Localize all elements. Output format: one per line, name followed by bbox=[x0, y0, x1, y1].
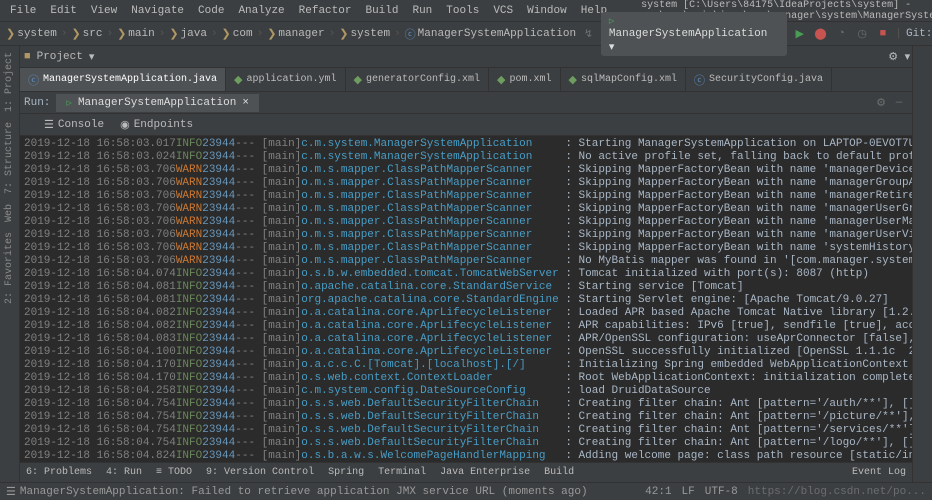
caret-position[interactable]: 42:1 bbox=[645, 486, 671, 498]
breadcrumb-item[interactable]: ❯ manager bbox=[267, 27, 324, 41]
status-icon: ☰ bbox=[6, 485, 16, 499]
log-line: 2019-12-18 16:58:04.082 INFO 23944 --- [… bbox=[24, 307, 912, 320]
toolbar: ❯ system›❯ src›❯ main›❯ java›❯ com›❯ man… bbox=[0, 22, 932, 46]
close-icon[interactable]: × bbox=[242, 97, 249, 109]
log-line: 2019-12-18 16:58:03.017 INFO 23944 --- [… bbox=[24, 138, 912, 151]
bottom-tool-button[interactable]: ≡ TODO bbox=[156, 467, 192, 478]
bottom-tool-button[interactable]: 6: Problems bbox=[26, 467, 92, 478]
log-line: 2019-12-18 16:58:04.754 INFO 23944 --- [… bbox=[24, 411, 912, 424]
menu-build[interactable]: Build bbox=[359, 3, 404, 19]
git-label: Git: bbox=[906, 28, 932, 40]
coverage-icon[interactable]: ◔ bbox=[833, 25, 850, 43]
right-tool-stripe[interactable] bbox=[912, 46, 932, 482]
bottom-tool-button[interactable]: Java Enterprise bbox=[440, 467, 530, 478]
log-line: 2019-12-18 16:58:03.706 WARN 23944 --- [… bbox=[24, 229, 912, 242]
line-separator[interactable]: LF bbox=[682, 486, 695, 498]
left-tool-button[interactable]: Web bbox=[4, 204, 15, 222]
bottom-tool-button[interactable]: Spring bbox=[328, 467, 364, 478]
log-line: 2019-12-18 16:58:03.706 WARN 23944 --- [… bbox=[24, 255, 912, 268]
log-line: 2019-12-18 16:58:03.024 INFO 23944 --- [… bbox=[24, 151, 912, 164]
breadcrumb-item[interactable]: ❯ system bbox=[6, 27, 57, 41]
left-tool-button[interactable]: 1: Project bbox=[4, 52, 15, 112]
run-tool-window: Run: ▹ManagerSystemApplication× ⚙ — ☰ Co… bbox=[20, 92, 912, 462]
menu-analyze[interactable]: Analyze bbox=[232, 3, 290, 19]
editor-tab[interactable]: ◆ sqlMapConfig.xml bbox=[561, 68, 686, 91]
menu-code[interactable]: Code bbox=[192, 3, 230, 19]
event-log-button[interactable]: Event Log bbox=[852, 467, 906, 478]
log-line: 2019-12-18 16:58:04.754 INFO 23944 --- [… bbox=[24, 424, 912, 437]
debug-icon[interactable]: ⬤ bbox=[812, 25, 829, 43]
bottom-tool-button[interactable]: Terminal bbox=[378, 467, 426, 478]
stop-icon[interactable]: ■ bbox=[875, 25, 892, 43]
breadcrumb-item[interactable]: ❯ com bbox=[222, 27, 253, 41]
menu-vcs[interactable]: VCS bbox=[487, 3, 519, 19]
editor-tabs: ⓒ ManagerSystemApplication.java◆ applica… bbox=[0, 68, 932, 92]
menu-navigate[interactable]: Navigate bbox=[125, 3, 190, 19]
log-line: 2019-12-18 16:58:04.081 INFO 23944 --- [… bbox=[24, 281, 912, 294]
log-line: 2019-12-18 16:58:04.258 INFO 23944 --- [… bbox=[24, 385, 912, 398]
menu-file[interactable]: File bbox=[4, 3, 42, 19]
console-output[interactable]: 2019-12-18 16:58:03.017 INFO 23944 --- [… bbox=[20, 136, 912, 462]
log-line: 2019-12-18 16:58:04.754 INFO 23944 --- [… bbox=[24, 398, 912, 411]
log-line: 2019-12-18 16:58:03.706 WARN 23944 --- [… bbox=[24, 216, 912, 229]
editor-tab[interactable]: ⓒ SecurityConfig.java bbox=[686, 68, 832, 91]
log-line: 2019-12-18 16:58:03.706 WARN 23944 --- [… bbox=[24, 203, 912, 216]
breadcrumb-item[interactable]: ❯ main bbox=[117, 27, 155, 41]
breadcrumb-item[interactable]: ❯ system bbox=[339, 27, 390, 41]
log-line: 2019-12-18 16:58:04.170 INFO 23944 --- [… bbox=[24, 359, 912, 372]
breadcrumb-item[interactable]: ❯ src bbox=[71, 27, 102, 41]
status-bar: ☰ ManagerSystemApplication: Failed to re… bbox=[0, 482, 932, 500]
bottom-tool-stripe: 6: Problems 4: Run ≡ TODO 9: Version Contro… bbox=[20, 462, 912, 482]
bottom-tool-button[interactable]: 9: Version Control bbox=[206, 467, 314, 478]
breadcrumb: ❯ system›❯ src›❯ main›❯ java›❯ com›❯ man… bbox=[6, 26, 576, 42]
log-line: 2019-12-18 16:58:03.706 WARN 23944 --- [… bbox=[24, 164, 912, 177]
editor-tab[interactable]: ◆ application.yml bbox=[226, 68, 345, 91]
editor-tab[interactable]: ⓒ ManagerSystemApplication.java bbox=[20, 68, 226, 91]
log-line: 2019-12-18 16:58:04.100 INFO 23944 --- [… bbox=[24, 346, 912, 359]
bottom-tool-button[interactable]: Build bbox=[544, 467, 574, 478]
left-tool-button[interactable]: 2: Favorites bbox=[4, 232, 15, 304]
log-line: 2019-12-18 16:58:04.754 INFO 23944 --- [… bbox=[24, 437, 912, 450]
log-line: 2019-12-18 16:58:04.170 INFO 23944 --- [… bbox=[24, 372, 912, 385]
menu-view[interactable]: View bbox=[85, 3, 123, 19]
settings-icon[interactable]: ⚙ bbox=[872, 94, 890, 112]
log-line: 2019-12-18 16:58:03.706 WARN 23944 --- [… bbox=[24, 190, 912, 203]
left-tool-button[interactable]: 7: Structure bbox=[4, 122, 15, 194]
log-line: 2019-12-18 16:58:03.706 WARN 23944 --- [… bbox=[24, 242, 912, 255]
editor-tab[interactable]: ◆ generatorConfig.xml bbox=[346, 68, 490, 91]
watermark: https://blog.csdn.net/po... bbox=[748, 486, 926, 498]
menu-refactor[interactable]: Refactor bbox=[293, 3, 358, 19]
menu-edit[interactable]: Edit bbox=[44, 3, 82, 19]
profile-icon[interactable]: ◷ bbox=[854, 25, 871, 43]
left-tool-stripe[interactable]: 1: Project 7: Structure Web 2: Favorites bbox=[0, 46, 20, 482]
run-tab[interactable]: ▹ManagerSystemApplication× bbox=[56, 94, 259, 112]
breadcrumb-item[interactable]: ❯ java bbox=[169, 27, 207, 41]
endpoints-tab[interactable]: ◉ Endpoints bbox=[120, 118, 193, 132]
console-tab[interactable]: ☰ Console bbox=[44, 118, 104, 132]
menu-tools[interactable]: Tools bbox=[440, 3, 485, 19]
log-line: 2019-12-18 16:58:04.824 INFO 23944 --- [… bbox=[24, 450, 912, 462]
encoding[interactable]: UTF-8 bbox=[705, 486, 738, 498]
bottom-tool-button[interactable]: 4: Run bbox=[106, 467, 142, 478]
breadcrumb-item[interactable]: ⓒ ManagerSystemApplication bbox=[405, 26, 576, 42]
build-icon[interactable]: ↯ bbox=[580, 25, 597, 43]
run-label: Run: bbox=[24, 97, 50, 109]
log-line: 2019-12-18 16:58:04.083 INFO 23944 --- [… bbox=[24, 333, 912, 346]
minimize-icon[interactable]: — bbox=[890, 94, 908, 112]
status-message: ManagerSystemApplication: Failed to retr… bbox=[20, 486, 588, 498]
log-line: 2019-12-18 16:58:03.706 WARN 23944 --- [… bbox=[24, 177, 912, 190]
run-icon[interactable]: ▶ bbox=[791, 25, 808, 43]
log-line: 2019-12-18 16:58:04.081 INFO 23944 --- [… bbox=[24, 294, 912, 307]
log-line: 2019-12-18 16:58:04.074 INFO 23944 --- [… bbox=[24, 268, 912, 281]
editor-tab[interactable]: ◆ pom.xml bbox=[489, 68, 560, 91]
menu-run[interactable]: Run bbox=[406, 3, 438, 19]
run-config-selector[interactable]: ▹ ManagerSystemApplication ▾ bbox=[601, 12, 787, 56]
menu-window[interactable]: Window bbox=[521, 3, 573, 19]
log-line: 2019-12-18 16:58:04.082 INFO 23944 --- [… bbox=[24, 320, 912, 333]
